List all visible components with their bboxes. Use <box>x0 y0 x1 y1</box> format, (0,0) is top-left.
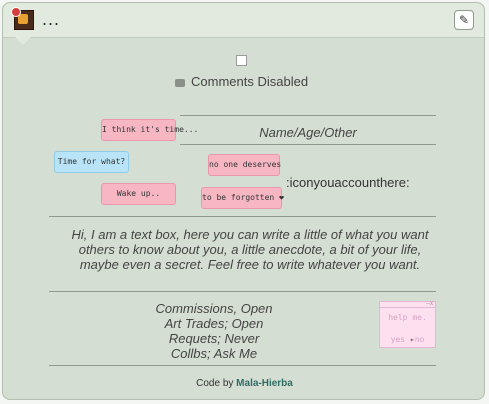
pill-to-be-forgotten: to be forgotten ❤ <box>201 187 284 209</box>
divider <box>180 115 436 116</box>
pill-think-time: I think it's time... <box>101 119 198 141</box>
credit-line: Code by Mala-Hierba <box>3 378 486 389</box>
mini-dialog-options: yes ▸no <box>380 335 435 344</box>
bio-text: Hi, I am a text box, here you can write … <box>71 227 429 272</box>
divider <box>49 291 436 292</box>
mini-dialog-titlebar[interactable]: --x <box>380 301 435 308</box>
comments-checkbox[interactable] <box>236 55 247 66</box>
pill-no-one-deserves: no one deserves <box>208 154 281 176</box>
edit-button[interactable]: ✎ <box>454 10 474 30</box>
mini-dialog-prompt: help me. <box>388 313 427 322</box>
mini-dialog-no[interactable]: no <box>415 335 425 344</box>
mini-dialog-yes[interactable]: yes <box>391 335 405 344</box>
status-list: Commissions, Open Art Trades; Open Reque… <box>139 301 289 361</box>
profile-widget: ... ✎ Comments Disabled I think it's tim… <box>2 2 485 400</box>
comments-label: Comments Disabled <box>191 74 309 89</box>
pill-wake-up: Wake up.. <box>101 183 176 205</box>
header-pointer <box>15 37 31 45</box>
credit-author-link[interactable]: Mala-Hierba <box>236 378 293 389</box>
comments-status: Comments Disabled <box>175 74 308 89</box>
status-commissions: Commissions, Open <box>155 301 273 316</box>
divider <box>49 365 436 366</box>
notification-badge-icon <box>11 7 21 17</box>
credit-prefix: Code by <box>196 378 234 389</box>
status-art-trades: Art Trades; Open <box>164 316 264 331</box>
status-requests: Requets; Never <box>168 331 260 346</box>
mini-dialog-window: --x help me. yes ▸no <box>379 301 436 348</box>
widget-menu-button[interactable]: ... <box>42 9 60 30</box>
pill-time-for-what: Time for what? <box>54 151 129 173</box>
divider <box>180 144 436 145</box>
account-handle[interactable]: :iconyouaccounthere: <box>286 175 410 190</box>
comment-icon <box>175 78 185 87</box>
divider <box>49 216 436 217</box>
avatar[interactable] <box>11 7 34 30</box>
name-age-other: Name/Age/Other <box>259 125 357 140</box>
status-collabs: Collbs; Ask Me <box>170 346 258 361</box>
widget-header: ... ✎ <box>3 3 484 38</box>
pencil-icon: ✎ <box>458 13 470 27</box>
